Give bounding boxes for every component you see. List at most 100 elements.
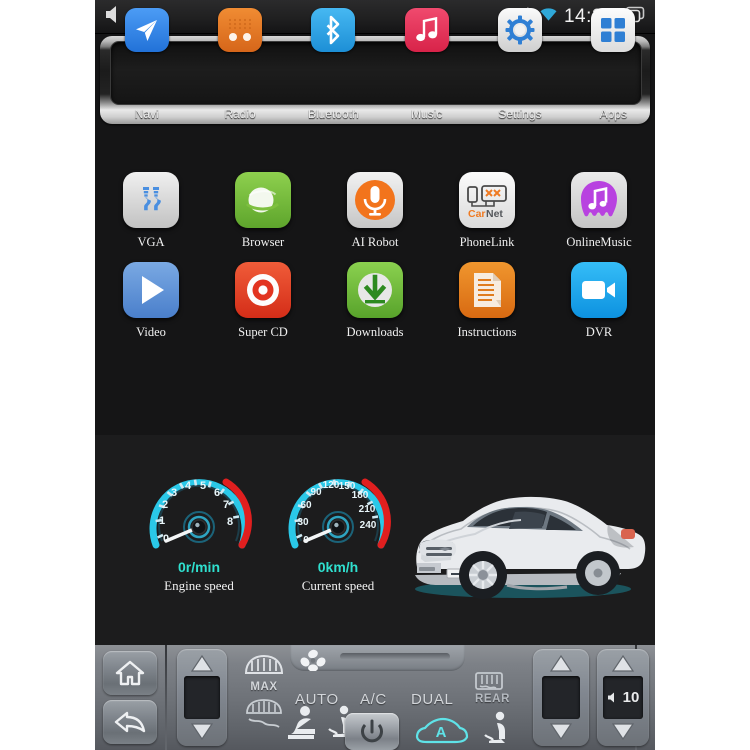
app-item-super-cd[interactable]: Super CD [207, 262, 319, 340]
app-item-label: DVR [585, 325, 613, 339]
app-item-label: OnlineMusic [566, 235, 632, 249]
seat-front-icon [288, 706, 315, 739]
volume-display: 10 [603, 676, 643, 719]
svg-text:Net: Net [486, 208, 503, 220]
left-rocker[interactable] [177, 649, 227, 746]
svg-text:8: 8 [227, 516, 233, 528]
dock-item-label: Radio [224, 107, 256, 121]
recirculation-letter: A [436, 724, 447, 741]
fan-icon[interactable] [300, 649, 326, 671]
dock-item-label: Navi [134, 107, 159, 121]
settings-gear-icon [497, 8, 542, 52]
back-button[interactable] [103, 700, 157, 744]
svg-text:30: 30 [297, 517, 309, 528]
radio-icon [217, 8, 262, 52]
download-arrow-icon [347, 262, 403, 318]
bluetooth-icon [311, 8, 356, 52]
video-play-icon [123, 262, 179, 318]
app-item-label: AI Robot [351, 235, 399, 249]
app-item-instructions[interactable]: Instructions [431, 262, 543, 340]
dock-item-label: Music [410, 107, 443, 121]
svg-text:2: 2 [162, 499, 168, 511]
app-item-video[interactable]: Video [95, 262, 207, 340]
app-item-label: PhoneLink [459, 235, 515, 249]
home-icon [115, 660, 145, 686]
svg-text:7: 7 [223, 499, 229, 511]
app-item-label: Browser [241, 235, 285, 249]
temperature-display [542, 676, 580, 719]
app-item-downloads[interactable]: Downloads [319, 262, 431, 340]
app-item-browser[interactable]: Browser [207, 172, 319, 250]
speedometer-dial: 03060 90120150 180210240 [288, 478, 391, 549]
head-unit-screen: 14:28 Navi Radio Bluetooth Music Setting… [95, 0, 655, 750]
ac-button[interactable]: A/C [360, 691, 387, 708]
dvr-camera-icon [571, 262, 627, 318]
speaker-small-icon [607, 692, 614, 703]
svg-text:210: 210 [359, 504, 376, 515]
chevron-down-icon [190, 723, 214, 740]
app-item-label: Video [136, 325, 166, 339]
home-button[interactable] [103, 651, 157, 695]
car-info-panel: 012 345 678 0r/min Engine speed 30 60 90… [95, 435, 655, 645]
browser-globe-icon [235, 172, 291, 228]
music-icon [404, 8, 449, 52]
chevron-down-icon [549, 723, 573, 740]
volume-value: 10 [622, 689, 640, 706]
app-item-phonelink[interactable]: Car Net PhoneLink [431, 172, 543, 250]
svg-text:180: 180 [352, 490, 369, 501]
app-item-label: Instructions [457, 325, 517, 339]
engine-speed-label: Engine speed [164, 578, 234, 593]
rear-defrost-small-button[interactable] [243, 697, 285, 736]
dock-item-settings[interactable] [473, 8, 566, 63]
svg-text:Car: Car [468, 208, 486, 220]
app-item-onlinemusic[interactable]: OnlineMusic [543, 172, 655, 250]
dock-item-apps[interactable] [567, 8, 655, 63]
left-rocker-display [184, 676, 220, 719]
front-defrost-icon [244, 654, 284, 674]
app-item-label: VGA [137, 235, 165, 249]
svg-text:4: 4 [185, 480, 192, 492]
recirculation-button[interactable]: A [413, 713, 469, 750]
dock-item-music[interactable] [380, 8, 473, 63]
vehicle-image [395, 463, 650, 613]
engine-speed-value: 0r/min [177, 559, 220, 575]
carnet-icon: Car Net [459, 172, 515, 228]
app-item-vga[interactable]: VGA [95, 172, 207, 250]
svg-text:3: 3 [171, 487, 177, 499]
app-item-label: Downloads [346, 325, 404, 339]
current-speed-gauge[interactable]: 03060 90120150 180210240 0km/h Current s… [258, 457, 418, 594]
rear-defrost-icon [475, 672, 503, 690]
rear-seat-button[interactable] [483, 711, 511, 750]
panel-divider [165, 645, 167, 750]
app-item-ai-robot[interactable]: AI Robot [319, 172, 431, 250]
engine-speed-gauge[interactable]: 012 345 678 0r/min Engine speed [119, 457, 279, 594]
dock-item-bluetooth[interactable] [287, 8, 380, 63]
svg-text:60: 60 [300, 500, 312, 511]
temperature-rocker[interactable] [533, 649, 589, 746]
hardware-control-panel: MAX AUTO A/C DUAL REAR A 10 [95, 645, 655, 750]
volume-rocker[interactable]: 10 [597, 649, 649, 746]
microphone-icon [347, 172, 403, 228]
chevron-up-icon [611, 655, 635, 672]
rear-defrost-small-icon [246, 699, 282, 728]
dock-item-label: Apps [599, 107, 627, 121]
front-defrost-button[interactable]: MAX [240, 653, 288, 694]
svg-text:120: 120 [323, 480, 340, 491]
current-speed-value: 0km/h [317, 559, 359, 575]
apps-grid-icon [591, 8, 636, 52]
dual-button[interactable]: DUAL [411, 691, 453, 708]
front-seat-heat-button[interactable] [285, 705, 321, 746]
back-arrow-icon [114, 711, 146, 733]
svg-text:240: 240 [360, 520, 377, 531]
cd-disc-icon [235, 262, 291, 318]
dock-item-navi[interactable] [100, 8, 193, 63]
app-row-2: Video Super CD Downloads Instructions DV… [95, 262, 655, 340]
chevron-up-icon [549, 655, 573, 672]
auto-button[interactable]: AUTO [295, 691, 339, 708]
dock-item-radio[interactable] [193, 8, 286, 63]
power-button[interactable] [345, 713, 399, 750]
power-icon [361, 719, 383, 742]
app-item-dvr[interactable]: DVR [543, 262, 655, 340]
chevron-up-icon [190, 655, 214, 672]
navi-icon [124, 8, 169, 52]
